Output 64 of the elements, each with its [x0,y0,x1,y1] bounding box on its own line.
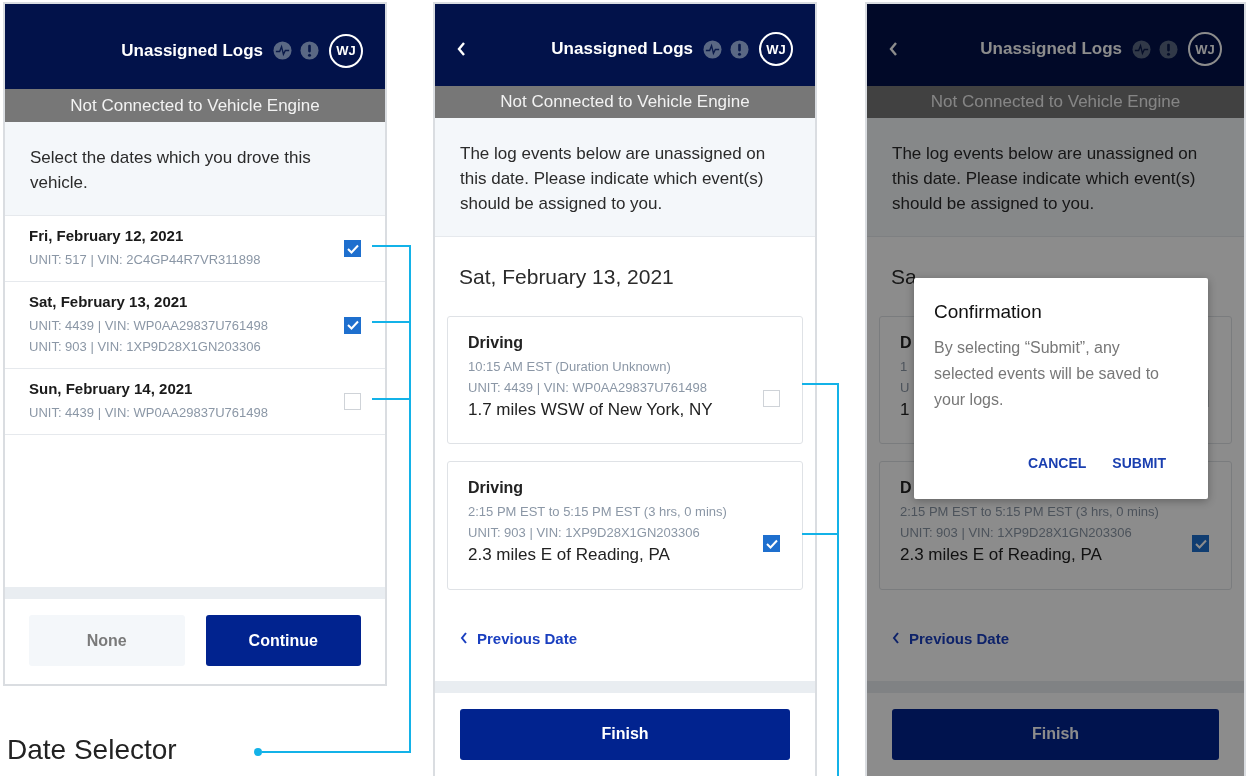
event-location: 1.7 miles WSW of New York, NY [468,398,713,421]
instruction-text: Select the dates which you drove this vehicle. [30,147,312,194]
date-label: Sat, February 13, 2021 [29,293,189,310]
event-card[interactable]: Driving 2:15 PM EST to 5:15 PM EST (3 hrs, 0 mins) UNIT: 903 | VIN: 1XP9D28X1GN203306 2.3 miles E of Reading, PA [447,461,803,590]
date-row[interactable]: Sun, February 14, 2021 UNIT: 4439 | VIN: WP0AA29837U761498 [5,369,385,435]
connection-banner: Not Connected to Vehicle Engine [5,89,385,122]
event-title: Driving [468,333,525,352]
user-avatar[interactable]: WJ [759,32,793,66]
user-avatar[interactable]: WJ [1188,32,1222,66]
unit-vin-text: UNIT: 903 | VIN: 1XP9D28X1GN203306 [29,338,262,356]
event-location: 2.3 miles E of Reading, PA [900,544,1103,567]
unit-vin-text: UNIT: 4439 | VIN: WP0AA29837U761498 [29,404,268,422]
instruction-text: The log events below are unassigned on this date. Please indicate which event(s) should be assigned to you. [460,142,767,215]
chevron-icon [460,632,468,645]
connection-banner: Not Connected to Vehicle Engine [435,86,815,118]
date-row[interactable]: Sat, February 13, 2021 UNIT: 4439 | VIN: WP0AA29837U761498 UNIT: 903 | VIN: 1XP9D28X1GN203306 [5,282,385,369]
alert-icon[interactable] [1159,39,1178,59]
dialog-message: By selecting “Submit”, any selected events will be saved to your logs. [934,338,1160,410]
heartbeat-icon[interactable] [273,41,292,60]
connection-banner: Not Connected to Vehicle Engine [867,86,1244,118]
previous-date-link[interactable]: Previous Date [435,607,815,681]
date-label: Sun, February 14, 2021 [29,380,194,397]
event-time: 1 [900,357,909,376]
instruction-text: The log events below are unassigned on this date. Please indicate which event(s) should be assigned to you. [892,142,1199,215]
event-title: Driving [468,479,525,498]
unit-vin-text: UNIT: 4439 | VIN: WP0AA29837U761498 [29,317,268,335]
screen-title: Unassigned Logs [121,40,263,61]
none-button[interactable]: None [29,615,185,666]
previous-date-link[interactable]: Previous Date [867,607,1244,681]
dialog-title: Confirmation [934,301,1043,323]
event-time: 2:15 PM EST to 5:15 PM EST (3 hrs, 0 mins) [900,503,1159,522]
alert-icon[interactable] [730,39,749,59]
user-avatar[interactable]: WJ [329,33,363,68]
finish-button[interactable]: Finish [892,709,1219,760]
unit-vin-text: UNIT: 903 | VIN: 1XP9D28X1GN203306 [900,524,1133,543]
checkbox[interactable] [344,316,361,334]
continue-button[interactable]: Continue [205,615,361,666]
event-location: 2.3 miles E of Reading, PA [468,544,671,567]
event-time: 10:15 AM EST (Duration Unknown) [468,357,672,376]
unit-vin-text: UNIT: 517 | VIN: 2C4GP44R7VR311898 [29,251,261,269]
back-chevron-icon[interactable] [889,42,898,56]
heartbeat-icon[interactable] [703,39,722,59]
screen-title: Unassigned Logs [980,39,1122,59]
screen-title: Unassigned Logs [551,39,693,59]
back-chevron-icon[interactable] [457,42,466,56]
unit-vin-text: U [900,378,911,397]
chevron-icon [892,632,900,645]
heartbeat-icon[interactable] [1132,39,1151,59]
event-location: 1 [900,398,911,421]
date-label: Fri, February 12, 2021 [29,227,185,244]
event-time: 2:15 PM EST to 5:15 PM EST (3 hrs, 0 mins) [468,503,727,522]
unit-vin-text: UNIT: 903 | VIN: 1XP9D28X1GN203306 [468,524,701,543]
checkbox[interactable] [344,240,361,257]
checkbox[interactable] [763,535,780,553]
checkbox[interactable] [1192,535,1209,553]
date-heading: Sat, February 13, 2021 [459,264,674,288]
alert-icon[interactable] [300,41,319,60]
unit-vin-text: UNIT: 4439 | VIN: WP0AA29837U761498 [468,378,708,397]
finish-button[interactable]: Finish [460,709,790,760]
event-card[interactable]: Driving 10:15 AM EST (Duration Unknown) UNIT: 4439 | VIN: WP0AA29837U761498 1.7 miles WSW of New York, NY [447,315,803,445]
date-row[interactable]: Fri, February 12, 2021 UNIT: 517 | VIN: 2C4GP44R7VR311898 [5,216,385,282]
event-title: D [900,479,913,498]
callout-label: Date Selector [7,734,177,765]
event-title: D [900,333,912,352]
